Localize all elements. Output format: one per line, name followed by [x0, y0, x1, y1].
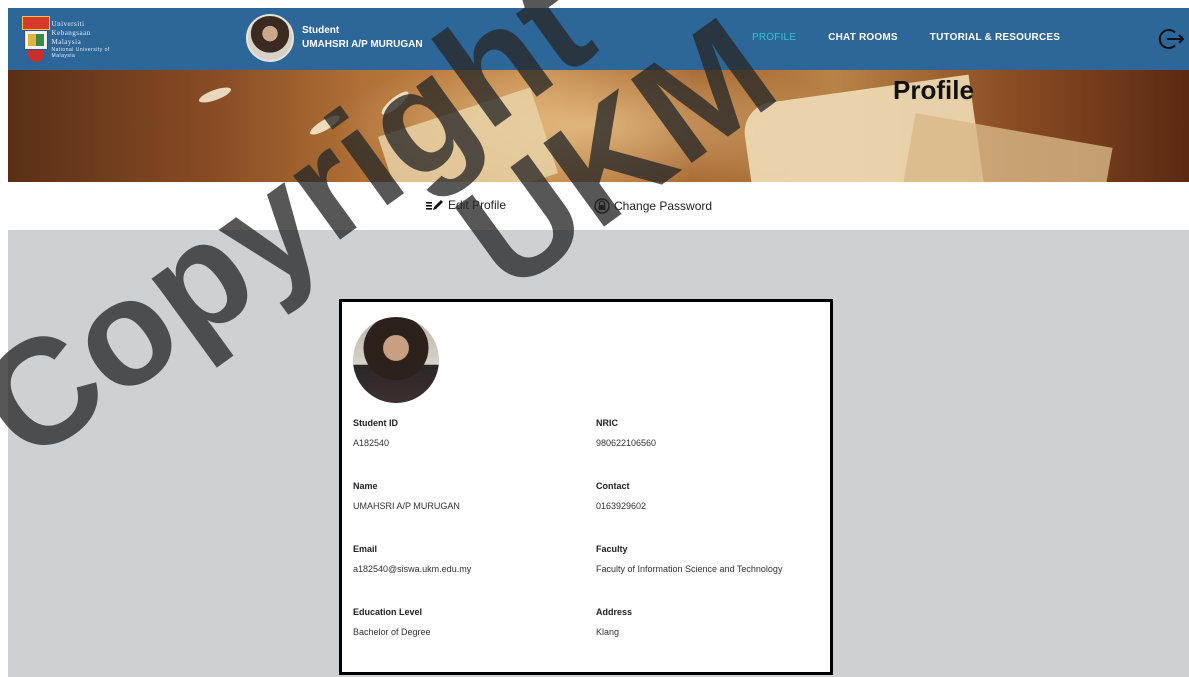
change-password-button[interactable]: Change Password [594, 198, 712, 214]
crest-icon [22, 16, 50, 62]
profile-photo [353, 317, 439, 403]
contact-value: 0163929602 [596, 501, 647, 511]
avatar [246, 14, 294, 62]
profile-banner: Profile [8, 70, 1189, 182]
ukm-logo[interactable]: Universiti Kebangsaan Malaysia National … [22, 12, 122, 66]
address-label: Address [596, 607, 633, 617]
nric-field: NRIC 980622106560 [596, 418, 656, 448]
nav-item-chat-rooms[interactable]: CHAT ROOMS [828, 32, 898, 43]
edit-icon [426, 200, 443, 210]
email-value: a182540@siswa.ukm.edu.my [353, 564, 472, 574]
user-role: Student [302, 25, 340, 36]
change-password-label: Change Password [614, 199, 713, 213]
logo-subtitle: National University of Malaysia [51, 46, 110, 59]
content-area: Student ID A182540 NRIC 980622106560 Nam… [8, 230, 1189, 677]
address-value: Klang [596, 627, 620, 637]
user-name: UMAHSRI A/P MURUGAN [302, 39, 423, 50]
nav-item-tutorial-resources[interactable]: TUTORIAL & RESOURCES [930, 32, 1060, 43]
user-info: Student UMAHSRI A/P MURUGAN [246, 14, 423, 62]
education-value: Bachelor of Degree [353, 627, 431, 637]
student-id-label: Student ID [353, 418, 398, 428]
name-value: UMAHSRI A/P MURUGAN [353, 501, 460, 511]
logo-line-3: Malaysia [51, 37, 82, 46]
education-field: Education Level Bachelor of Degree [353, 607, 431, 637]
nav-links: PROFILE CHAT ROOMS TUTORIAL & RESOURCES [752, 32, 1060, 43]
contact-field: Contact 0163929602 [596, 481, 646, 511]
lock-icon [594, 198, 610, 214]
nric-label: NRIC [596, 418, 618, 428]
student-id-value: A182540 [353, 438, 390, 448]
nric-value: 980622106560 [596, 438, 657, 448]
logo-line-1: Universiti [51, 19, 85, 28]
logout-icon[interactable] [1158, 26, 1184, 52]
edit-profile-button[interactable]: Edit Profile [426, 198, 506, 212]
top-navbar: Universiti Kebangsaan Malaysia National … [8, 8, 1189, 70]
nav-item-profile[interactable]: PROFILE [752, 32, 796, 43]
faculty-label: Faculty [596, 544, 628, 554]
name-label: Name [353, 481, 378, 491]
profile-card: Student ID A182540 NRIC 980622106560 Nam… [339, 299, 833, 675]
app-frame: Universiti Kebangsaan Malaysia National … [0, 0, 1189, 677]
page-title: Profile [893, 75, 974, 105]
edit-profile-label: Edit Profile [448, 198, 507, 212]
profile-toolbar: Edit Profile Change Password [8, 182, 1189, 230]
faculty-value: Faculty of Information Science and Techn… [596, 564, 783, 574]
faculty-field: Faculty Faculty of Information Science a… [596, 544, 782, 574]
name-field: Name UMAHSRI A/P MURUGAN [353, 481, 460, 511]
logo-text: Universiti Kebangsaan Malaysia National … [52, 20, 122, 59]
student-id-field: Student ID A182540 [353, 418, 398, 448]
email-field: Email a182540@siswa.ukm.edu.my [353, 544, 471, 574]
email-label: Email [353, 544, 378, 554]
logo-line-2: Kebangsaan [51, 28, 91, 37]
address-field: Address Klang [596, 607, 632, 637]
contact-label: Contact [596, 481, 630, 491]
education-label: Education Level [353, 607, 423, 617]
